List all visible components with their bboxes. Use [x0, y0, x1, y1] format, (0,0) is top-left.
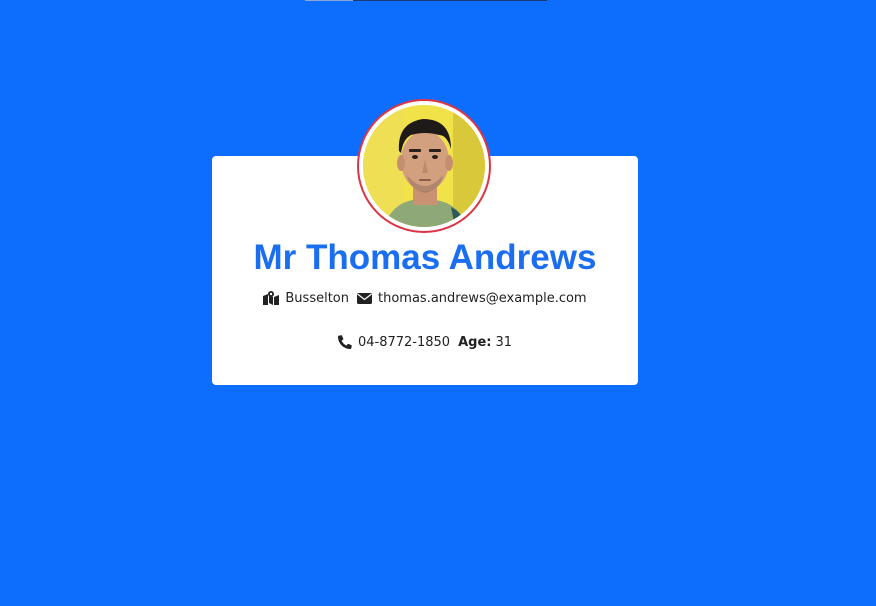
location-item: Busselton [263, 291, 349, 306]
profile-info-row-1: Busselton thomas.andrews@example.com [212, 288, 638, 308]
avatar-photo-icon [363, 105, 485, 227]
age-value: 31 [495, 334, 513, 350]
map-location-icon [263, 291, 280, 305]
top-progress-bar [305, 0, 547, 1]
email-item: thomas.andrews@example.com [357, 291, 587, 306]
profile-info-row-2: 04-8772-1850 Age: 31 [212, 332, 638, 352]
phone-item: 04-8772-1850 [337, 334, 451, 350]
phone-icon [337, 335, 352, 349]
profile-name: Mr Thomas Andrews [253, 238, 597, 277]
age-item: Age: 31 [458, 335, 512, 350]
age-label: Age: [458, 334, 492, 350]
city-text: Busselton [285, 290, 349, 306]
envelope-icon [357, 292, 372, 304]
phone-text: 04-8772-1850 [357, 334, 451, 350]
email-text: thomas.andrews@example.com [378, 290, 587, 306]
top-progress-fill [305, 0, 353, 1]
avatar [357, 99, 491, 233]
